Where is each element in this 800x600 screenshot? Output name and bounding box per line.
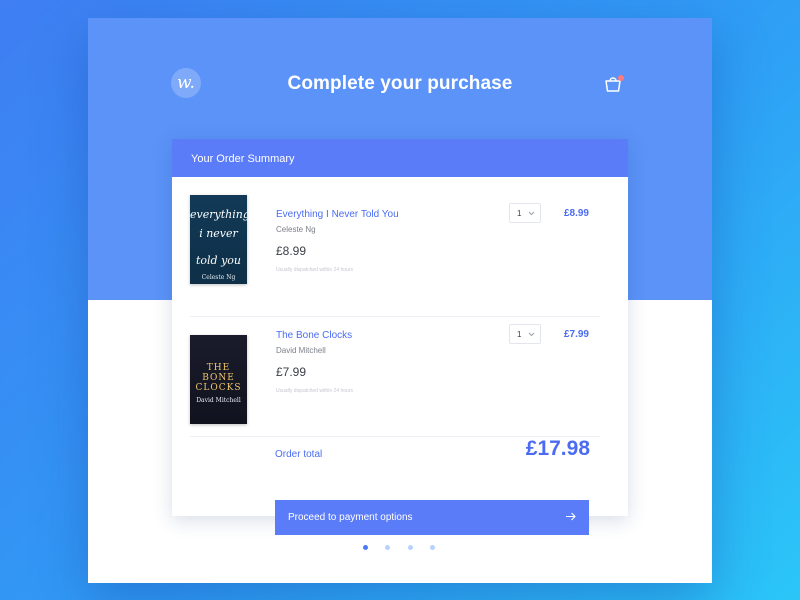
- book-price: £7.99: [276, 365, 307, 379]
- chevron-down-icon: [528, 332, 535, 337]
- order-total-value: £17.98: [525, 437, 590, 460]
- arrow-right-icon: [566, 512, 576, 521]
- checkout-window: w. Complete your purchase Your Order Sum…: [88, 18, 712, 583]
- quantity-select[interactable]: 1: [509, 324, 541, 344]
- order-total-label: Order total: [275, 449, 323, 460]
- order-item: THE BONE CLOCKS David Mitchell The Bone …: [190, 316, 600, 436]
- order-summary-heading: Your Order Summary: [172, 139, 628, 177]
- quantity-value: 1: [517, 330, 522, 339]
- quantity-value: 1: [517, 209, 522, 218]
- book-cover-image: everything i never told you Celeste Ng: [190, 195, 247, 284]
- book-title-link[interactable]: The Bone Clocks: [276, 330, 352, 341]
- cover-title-line: THE: [206, 363, 231, 373]
- dispatch-note: Usually dispatched within 24 hours: [276, 388, 353, 394]
- quantity-select[interactable]: 1: [509, 203, 541, 223]
- line-total: £8.99: [563, 208, 589, 219]
- pagination-dot[interactable]: [385, 545, 390, 550]
- cover-title-line: i never: [199, 227, 238, 240]
- proceed-to-payment-button[interactable]: Proceed to payment options: [275, 500, 589, 535]
- cover-author: David Mitchell: [196, 397, 241, 404]
- pagination-dot[interactable]: [430, 545, 435, 550]
- pagination-dots: [363, 545, 439, 551]
- book-price: £8.99: [276, 244, 307, 258]
- book-author: David Mitchell: [276, 346, 326, 355]
- proceed-button-label: Proceed to payment options: [288, 512, 413, 523]
- cover-title-line: everything: [190, 208, 247, 221]
- cover-title-line: BONE: [202, 373, 235, 383]
- book-author: Celeste Ng: [276, 225, 316, 234]
- book-title-link[interactable]: Everything I Never Told You: [276, 209, 399, 220]
- cart-badge: [618, 75, 624, 81]
- pagination-dot[interactable]: [363, 545, 368, 550]
- order-item: everything i never told you Celeste Ng E…: [190, 195, 600, 315]
- line-total: £7.99: [563, 329, 589, 340]
- order-summary-card: Your Order Summary everything i never to…: [172, 139, 628, 535]
- dispatch-note: Usually dispatched within 24 hours: [276, 267, 353, 273]
- cover-author: Celeste Ng: [201, 274, 236, 281]
- cover-title-line: told you: [195, 254, 242, 267]
- pagination-dot[interactable]: [408, 545, 413, 550]
- cover-title-line: CLOCKS: [195, 383, 242, 393]
- chevron-down-icon: [528, 211, 535, 216]
- book-cover-image: THE BONE CLOCKS David Mitchell: [190, 335, 247, 424]
- cart-button[interactable]: [603, 75, 625, 95]
